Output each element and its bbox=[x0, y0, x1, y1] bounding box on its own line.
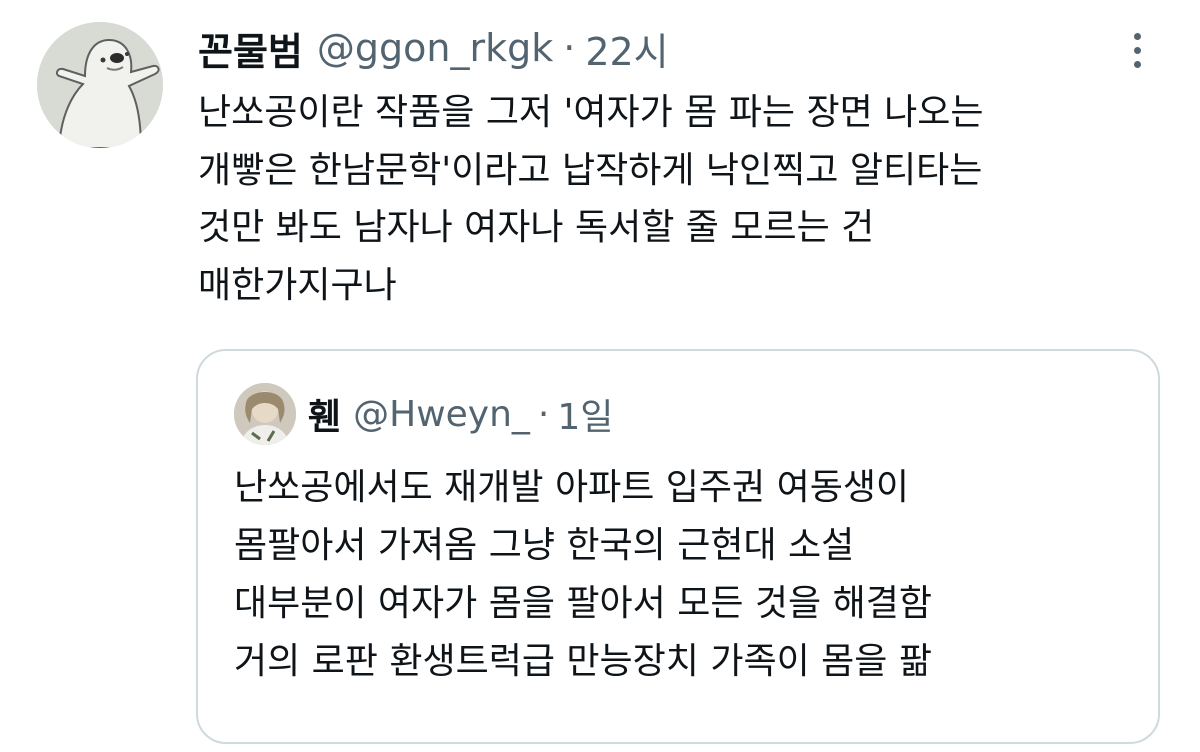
quote-line: 대부분이 여자가 몸을 팔아서 모든 것을 해결함 bbox=[234, 583, 932, 624]
quote-author-name[interactable]: 휀 bbox=[308, 388, 341, 440]
quote-timestamp[interactable]: 1일 bbox=[557, 388, 613, 440]
quoted-tweet-card[interactable]: 휀 @Hweyn_ · 1일 난쏘공에서도 재개발 아파트 입주권 여동생이 몸… bbox=[196, 349, 1160, 744]
tweet-body: 난쏘공이란 작품을 그저 '여자가 몸 파는 장면 나오는 개빻은 한남문학'이… bbox=[198, 84, 1158, 314]
more-options-icon[interactable] bbox=[1120, 26, 1154, 74]
quote-header: 휀 @Hweyn_ · 1일 bbox=[308, 387, 613, 441]
more-dot bbox=[1133, 32, 1141, 40]
separator-dot: · bbox=[563, 26, 576, 70]
more-dot bbox=[1133, 46, 1141, 54]
tweet-line: 난쏘공이란 작품을 그저 '여자가 몸 파는 장면 나오는 bbox=[198, 92, 984, 133]
quote-author-avatar[interactable] bbox=[234, 383, 296, 445]
author-handle[interactable]: @ggon_rkgk bbox=[317, 26, 553, 70]
seal-avatar-icon bbox=[37, 22, 163, 148]
quote-line: 몸팔아서 가져옴 그냥 한국의 근현대 소설 bbox=[234, 525, 855, 566]
tweet-header: 꼰물범 @ggon_rkgk · 22시 bbox=[198, 20, 669, 76]
author-avatar[interactable] bbox=[37, 22, 163, 148]
user-photo-avatar bbox=[234, 383, 296, 445]
tweet-timestamp[interactable]: 22시 bbox=[585, 21, 668, 76]
quote-line: 거의 로판 환생트럭급 만능장치 가족이 몸을 팖 bbox=[234, 641, 932, 682]
author-name[interactable]: 꼰물범 bbox=[198, 21, 303, 76]
more-dot bbox=[1133, 60, 1141, 68]
tweet-line: 매한가지구나 bbox=[198, 264, 397, 306]
tweet-line: 개빻은 한남문학'이라고 납작하게 낙인찍고 알티타는 bbox=[198, 149, 983, 191]
quote-body: 난쏘공에서도 재개발 아파트 입주권 여동생이 몸팔아서 가져옴 그냥 한국의 … bbox=[234, 459, 1134, 691]
quote-separator-dot: · bbox=[537, 393, 550, 435]
tweet-line: 것만 봐도 남자나 여자나 독서할 줄 모르는 건 bbox=[198, 207, 875, 248]
quote-author-handle[interactable]: @Hweyn_ bbox=[353, 394, 530, 435]
quote-line: 난쏘공에서도 재개발 아파트 입주권 여동생이 bbox=[234, 467, 910, 508]
